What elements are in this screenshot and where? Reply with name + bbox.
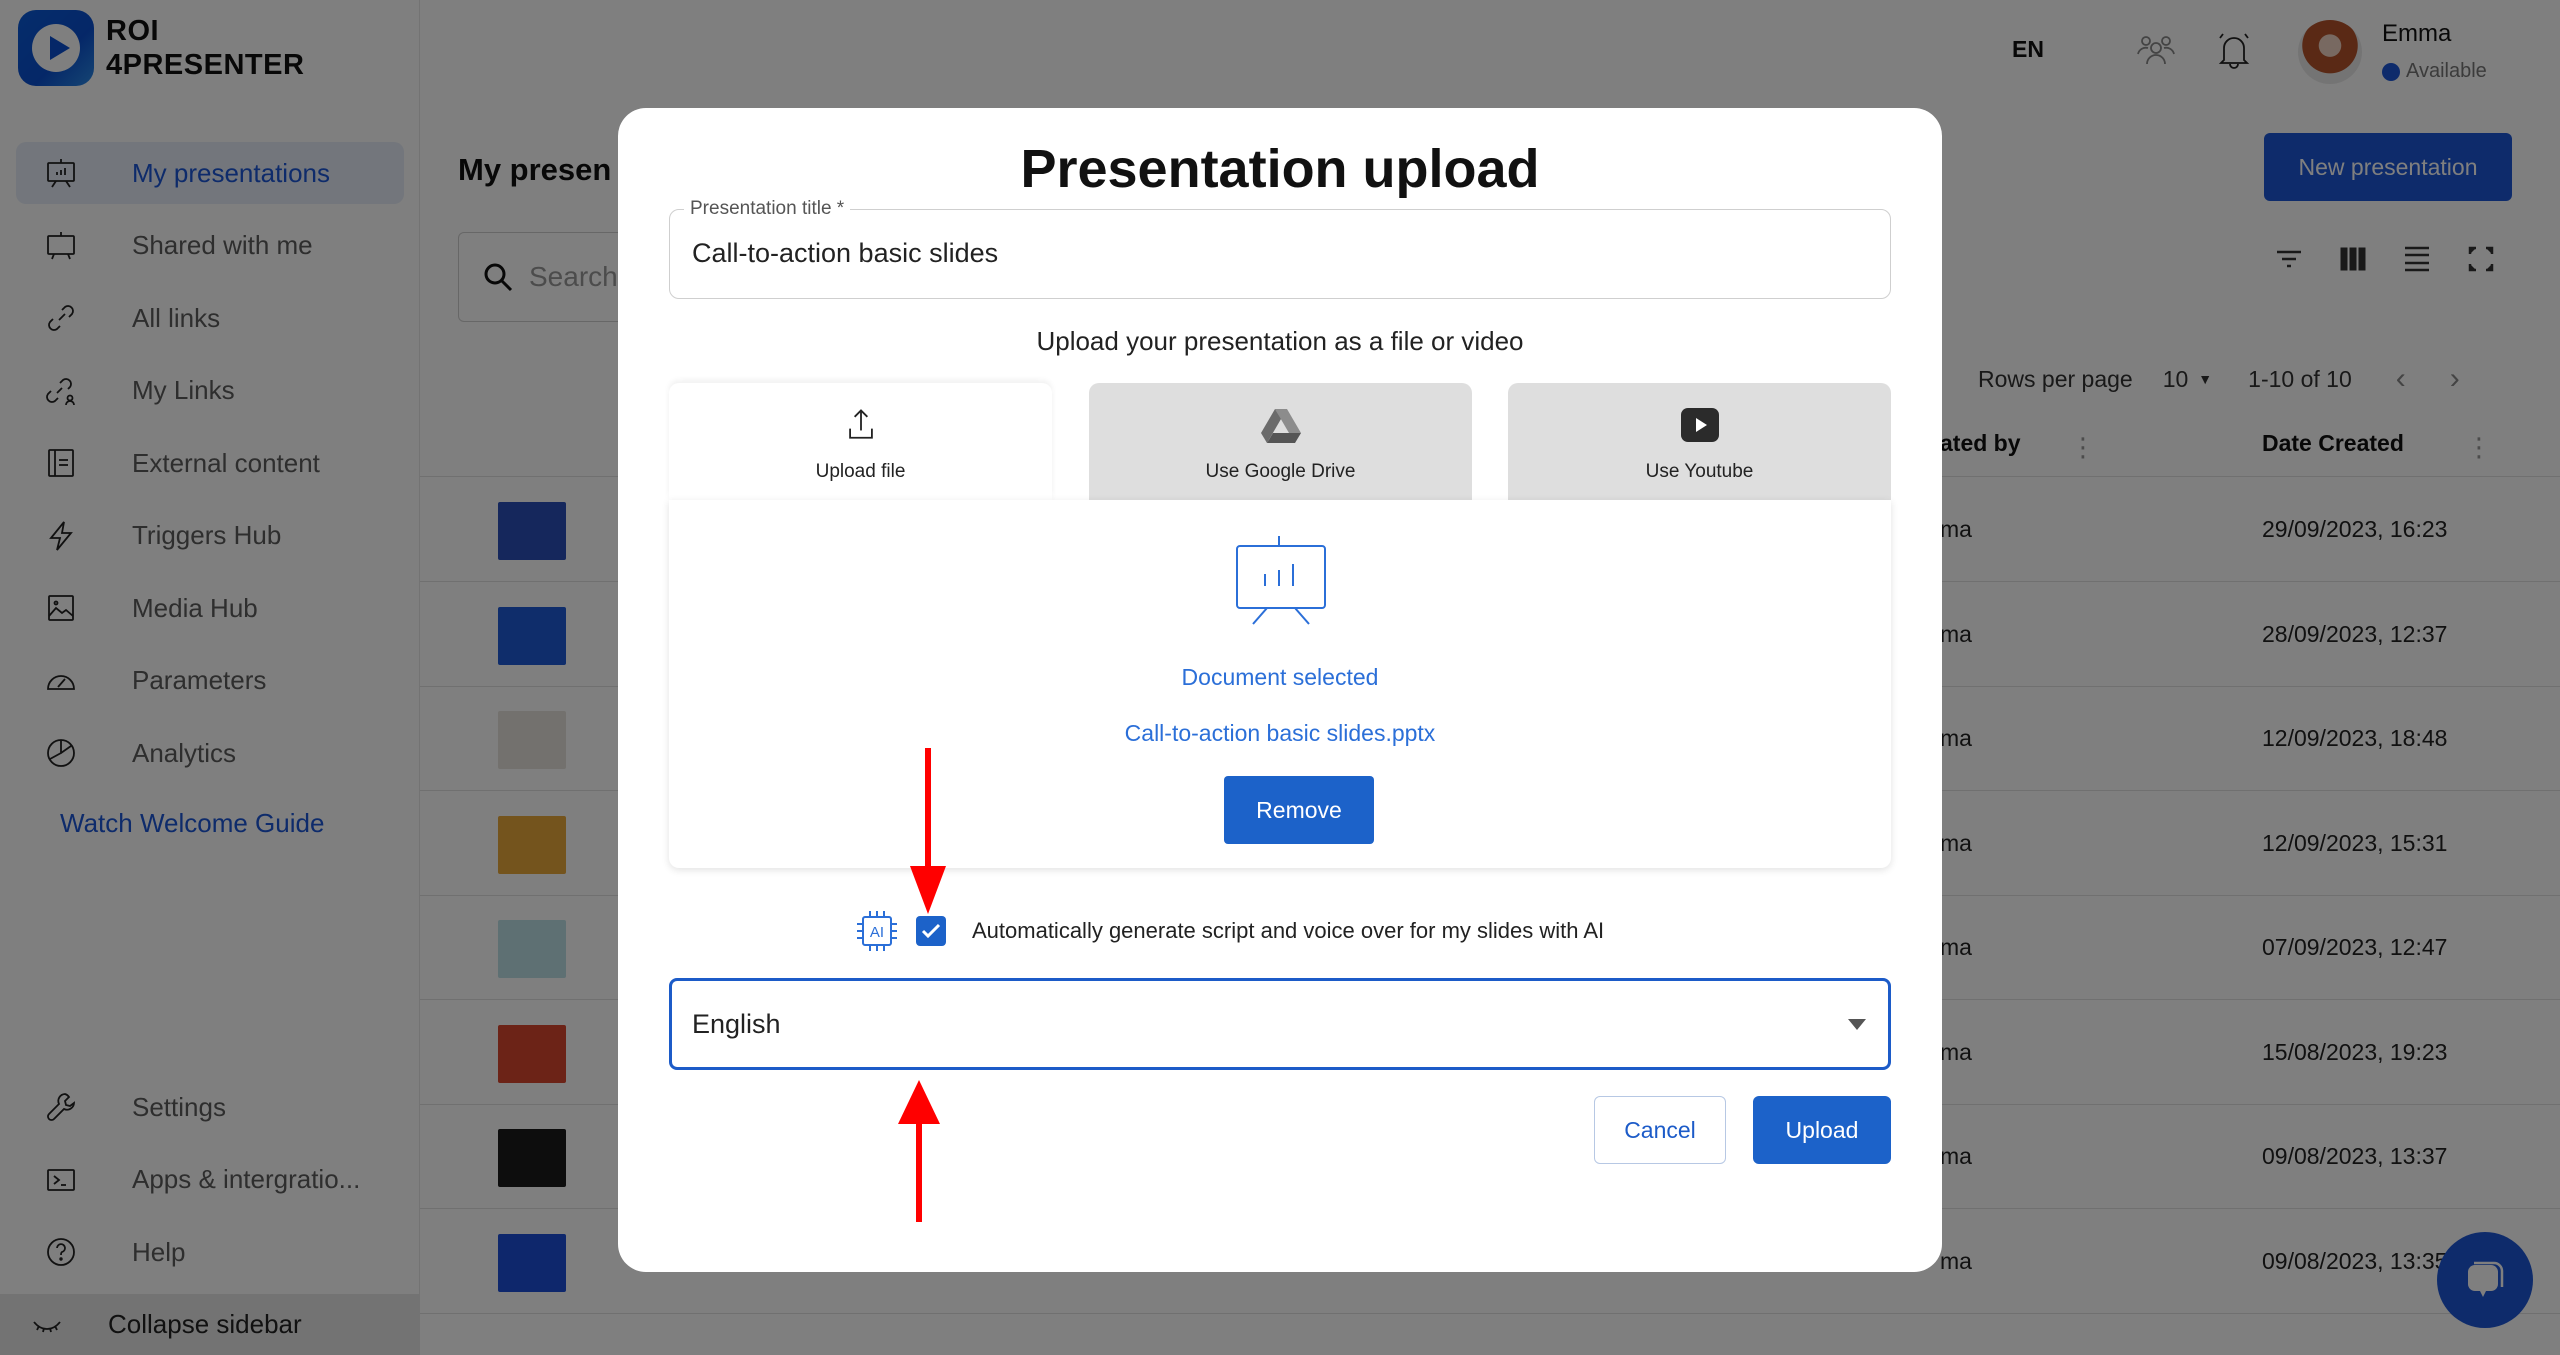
upload-source-tabs: Upload file Use Google Drive Use Youtube [669,383,1891,501]
language-select[interactable]: English [669,978,1891,1070]
annotation-arrow-down-icon [910,748,946,914]
tab-label: Use Google Drive [1205,461,1356,482]
google-drive-icon [1259,403,1303,447]
tab-youtube[interactable]: Use Youtube [1508,383,1891,501]
upload-icon [839,403,883,447]
cancel-button[interactable]: Cancel [1594,1096,1726,1164]
ai-chip-icon: AI [857,911,897,951]
tab-upload-file[interactable]: Upload file [669,383,1052,501]
file-dropzone[interactable]: Document selected Call-to-action basic s… [669,500,1891,868]
tab-google-drive[interactable]: Use Google Drive [1089,383,1472,501]
presentation-title-field[interactable]: Presentation title * [669,198,1891,299]
presentation-title-input[interactable] [692,210,1862,296]
presentation-board-icon [1236,536,1326,625]
modal-title: Presentation upload [1020,139,1540,199]
ai-generate-label[interactable]: Automatically generate script and voice … [972,918,1604,944]
upload-button[interactable]: Upload [1753,1096,1891,1164]
document-selected-status: Document selected [1181,664,1379,690]
language-select-value: English [692,1008,781,1039]
annotation-arrow-up-icon [898,1080,940,1222]
ai-generate-option: AI Automatically generate script and voi… [854,908,1604,954]
youtube-icon [1678,403,1722,447]
presentation-upload-modal: Presentation upload Presentation title *… [618,108,1942,1272]
remove-file-button[interactable]: Remove [1224,776,1374,844]
upload-instructions: Upload your presentation as a file or vi… [1036,326,1524,356]
checkmark-icon [921,923,941,939]
ai-generate-checkbox[interactable] [916,916,946,946]
chevron-down-icon [1848,1019,1866,1030]
tab-label: Use Youtube [1645,461,1754,482]
selected-file-name: Call-to-action basic slides.pptx [1124,720,1436,746]
svg-text:AI: AI [870,924,884,941]
tab-label: Upload file [815,461,906,482]
